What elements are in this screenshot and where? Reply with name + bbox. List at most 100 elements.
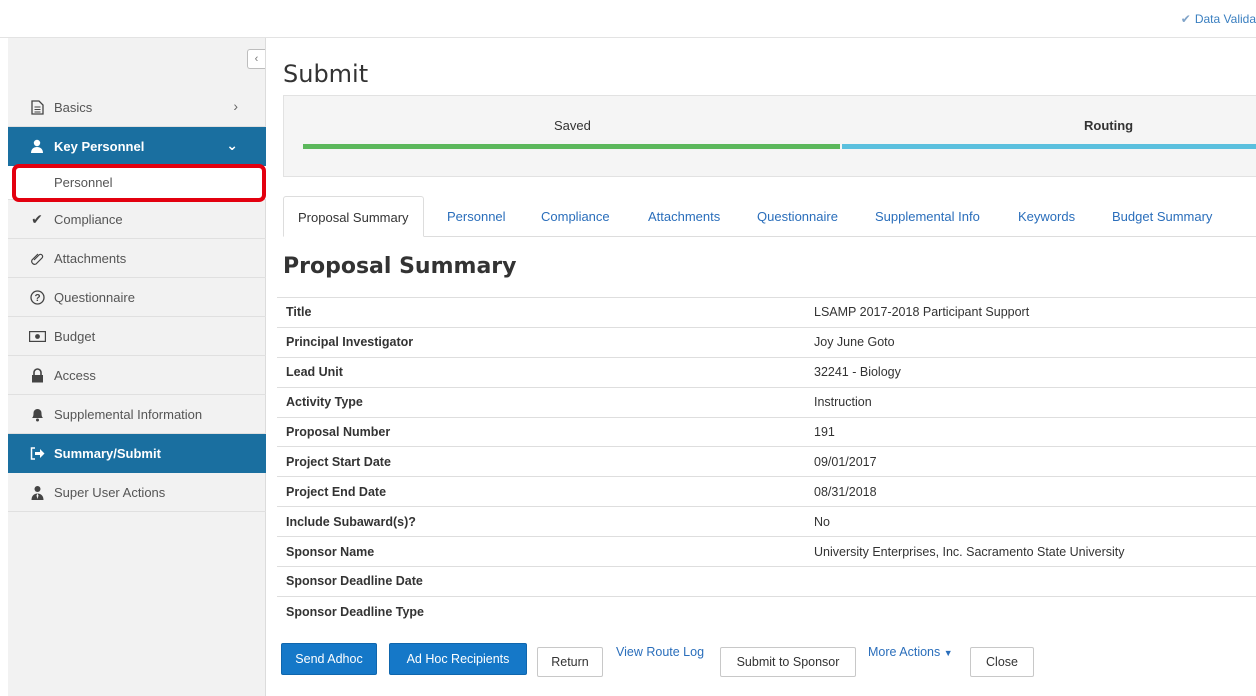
- summary-field-value: LSAMP 2017-2018 Participant Support: [814, 305, 1030, 320]
- summary-field-value: 32241 - Biology: [814, 365, 901, 380]
- person-icon: [26, 139, 48, 153]
- arrow-right-icon: [26, 446, 48, 460]
- sidebar-item-label: Attachments: [54, 250, 127, 266]
- tab-attachments[interactable]: Attachments: [648, 196, 720, 237]
- sidebar-item-compliance[interactable]: ✔ Compliance: [8, 200, 266, 239]
- summary-field-value: 09/01/2017: [814, 454, 877, 469]
- table-row: Principal Investigator Joy June Goto: [277, 327, 1256, 357]
- summary-field-value: Instruction: [814, 395, 872, 410]
- close-button[interactable]: Close: [970, 647, 1034, 677]
- sidebar-item-label: Summary/Submit: [54, 445, 161, 461]
- section-title: Proposal Summary: [283, 254, 517, 279]
- summary-field-value: 08/31/2018: [814, 484, 877, 499]
- tab-budget-summary[interactable]: Budget Summary: [1112, 196, 1212, 237]
- table-row: Sponsor Deadline Type: [277, 596, 1256, 626]
- sidebar-item-label: Questionnaire: [54, 289, 135, 305]
- document-icon: [26, 99, 48, 115]
- summary-field-label: Sponsor Deadline Type: [286, 604, 424, 619]
- sidebar-item-label: Access: [54, 367, 96, 383]
- lock-icon: [26, 367, 48, 383]
- bell-icon: [26, 407, 48, 422]
- proposal-summary-table: Title LSAMP 2017-2018 Participant Support…: [277, 297, 1256, 626]
- summary-field-label: Project End Date: [286, 484, 387, 499]
- sidebar-item-budget[interactable]: Budget: [8, 317, 266, 356]
- sidebar-collapse-button[interactable]: ‹: [247, 49, 265, 69]
- sidebar-item-label: Super User Actions: [54, 484, 166, 500]
- sidebar-item-basics[interactable]: Basics ›: [8, 88, 266, 127]
- summary-field-value: [805, 567, 1256, 597]
- view-route-log-link[interactable]: View Route Log: [616, 645, 704, 659]
- summary-field-label: Project Start Date: [286, 454, 391, 469]
- table-row: Proposal Number 191: [277, 417, 1256, 447]
- table-row: Activity Type Instruction: [277, 387, 1256, 417]
- sidebar-item-summary-submit[interactable]: Summary/Submit: [8, 434, 266, 473]
- more-actions-dropdown[interactable]: More Actions ▼: [868, 645, 953, 659]
- summary-field-label: Proposal Number: [286, 425, 391, 439]
- sidebar-item-super-user-actions[interactable]: Super User Actions: [8, 473, 266, 512]
- ad-hoc-recipients-button[interactable]: Ad Hoc Recipients: [389, 643, 527, 675]
- table-row: Sponsor Deadline Date: [277, 566, 1256, 597]
- tab-proposal-summary[interactable]: Proposal Summary: [283, 196, 424, 237]
- send-adhoc-button[interactable]: Send Adhoc: [281, 643, 377, 675]
- summary-field-label: Principal Investigator: [286, 335, 414, 350]
- sidebar-item-label: Compliance: [54, 211, 123, 227]
- summary-field-label: Include Subaward(s)?: [286, 514, 416, 529]
- progress-step-routing: Routing: [1084, 118, 1134, 133]
- table-row: Title LSAMP 2017-2018 Participant Support: [277, 297, 1256, 328]
- sidebar-item-key-personnel[interactable]: Key Personnel ⌄: [8, 127, 266, 166]
- summary-field-label: Lead Unit: [286, 365, 343, 380]
- summary-field-value: Joy June Goto: [814, 335, 895, 350]
- sidebar-item-supplemental-information[interactable]: Supplemental Information: [8, 395, 266, 434]
- tab-questionnaire[interactable]: Questionnaire: [757, 196, 838, 237]
- summary-field-value: 191: [814, 425, 835, 439]
- sidebar-item-label: Supplemental Information: [54, 406, 203, 422]
- money-icon: [26, 330, 48, 342]
- summary-field-label: Title: [286, 305, 312, 320]
- check-icon: ✔: [1180, 12, 1191, 26]
- summary-field-label: Activity Type: [286, 395, 363, 410]
- checkmark-icon: ✔: [31, 210, 43, 227]
- tab-supplemental-info[interactable]: Supplemental Info: [875, 196, 980, 237]
- sidebar: ‹ Basics › Key Personnel ⌄ Personnel ✔ C…: [8, 38, 266, 696]
- table-row: Lead Unit 32241 - Biology: [277, 357, 1256, 387]
- chevron-down-icon: ⌄: [226, 137, 238, 153]
- top-bar: ✔ Data Valida: [0, 0, 1256, 38]
- workflow-progress: Saved Routing: [283, 95, 1256, 177]
- summary-field-value: University Enterprises, Inc. Sacramento …: [814, 544, 1125, 559]
- summary-field-value: No: [814, 514, 830, 529]
- action-bar: Send Adhoc Ad Hoc Recipients Return View…: [281, 643, 1256, 677]
- sidebar-item-label: Key Personnel: [54, 138, 145, 154]
- table-row: Project End Date 08/31/2018: [277, 476, 1256, 507]
- table-row: Sponsor Name University Enterprises, Inc.…: [277, 536, 1256, 567]
- user-tie-icon: [26, 485, 48, 500]
- tab-keywords[interactable]: Keywords: [1018, 196, 1075, 237]
- submit-to-sponsor-button[interactable]: Submit to Sponsor: [720, 647, 856, 677]
- highlight-annotation-box: [12, 164, 266, 202]
- data-validation-link[interactable]: ✔ Data Valida: [1181, 12, 1256, 26]
- sidebar-item-attachments[interactable]: Attachments: [8, 239, 266, 278]
- table-row: Include Subaward(s)? No: [277, 506, 1256, 537]
- table-row: Project Start Date 09/01/2017: [277, 446, 1256, 477]
- page-title: Submit: [283, 60, 369, 88]
- return-button[interactable]: Return: [537, 647, 603, 677]
- data-validation-label: Data Valida: [1194, 12, 1256, 26]
- tab-compliance[interactable]: Compliance: [541, 196, 610, 237]
- summary-field-label: Sponsor Name: [286, 544, 375, 559]
- more-actions-label: More Actions: [868, 645, 941, 659]
- caret-down-icon: ▼: [943, 648, 953, 658]
- progress-step-saved: Saved: [554, 118, 591, 133]
- summary-field-label: Sponsor Deadline Date: [286, 574, 423, 589]
- progress-bar-routing: [842, 144, 1256, 149]
- summary-tabs: Proposal Summary Personnel Compliance At…: [283, 196, 1256, 237]
- sidebar-item-access[interactable]: Access: [8, 356, 266, 395]
- sidebar-item-label: Budget: [54, 328, 96, 344]
- progress-bar-saved: [303, 144, 840, 149]
- sidebar-item-questionnaire[interactable]: ? Questionnaire: [8, 278, 266, 317]
- tab-personnel[interactable]: Personnel: [447, 196, 506, 237]
- sidebar-item-label: Basics: [54, 99, 93, 115]
- summary-field-value: [805, 596, 1256, 626]
- sidebar-nav: Basics › Key Personnel ⌄ Personnel ✔ Com…: [8, 88, 266, 512]
- chevron-right-icon: ›: [233, 98, 238, 114]
- question-circle-icon: ?: [26, 289, 48, 305]
- svg-text:?: ?: [34, 293, 40, 304]
